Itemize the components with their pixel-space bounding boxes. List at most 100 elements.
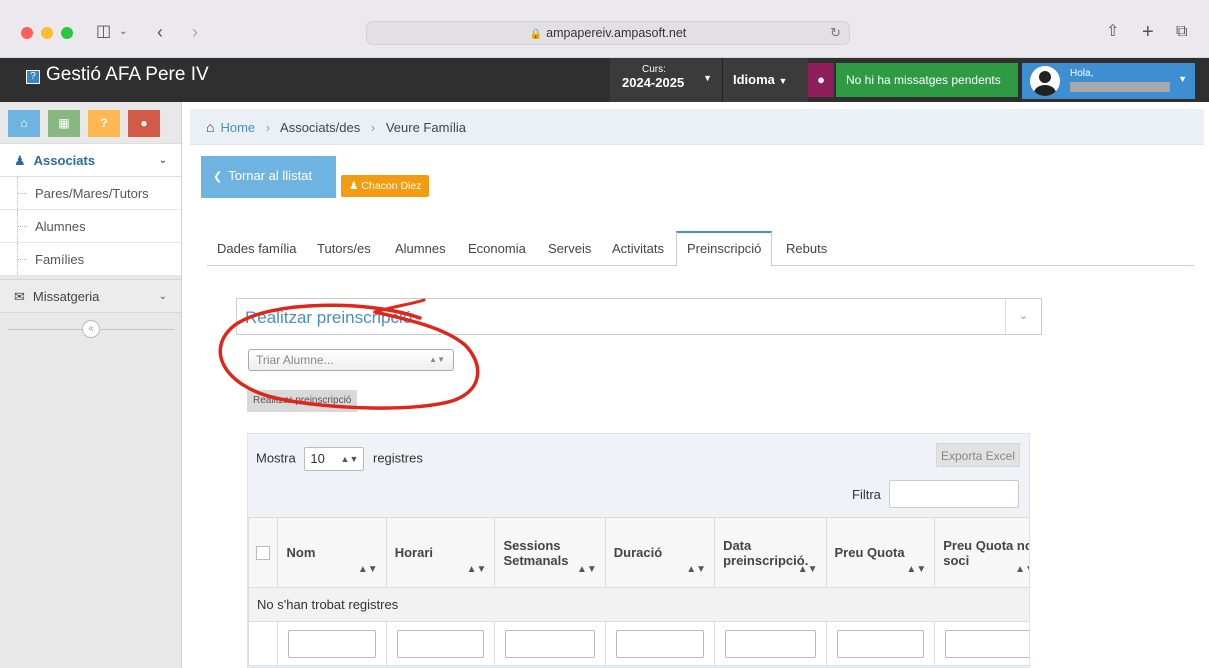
select-all-checkbox[interactable] [256,546,271,561]
collapse-sidebar-icon[interactable]: « [82,320,100,338]
avatar [1030,66,1060,96]
filter-row [248,621,1029,666]
chevron-down-icon[interactable]: ⌄ [1005,299,1041,334]
home-icon[interactable]: ⌂ [8,110,40,137]
breadcrumb-separator: › [370,120,376,135]
sidebar-section-label: Missatgeria [32,289,100,304]
column-header-duracio[interactable]: Duració ▲▼ [604,517,716,588]
sidebar-item-alumnes[interactable]: Alumnes [0,210,181,243]
redacted-username [1070,82,1170,92]
app-title[interactable]: ? Gestió AFA Pere IV [26,63,209,87]
tab-dades-familia[interactable]: Dades família [207,231,306,266]
preinscription-panel[interactable]: Realitzar preinscripció ⌄ [236,298,1042,335]
chevron-left-icon: ❮ [213,171,223,183]
sidebar-item-associats[interactable]: ♟ Associats ⌄ [0,143,181,177]
globe-icon[interactable]: ● [808,63,834,97]
panel-title: Realitzar preinscripció [245,308,413,327]
show-label: Mostra [256,450,296,466]
share-icon[interactable]: ⇧ [1106,20,1119,44]
minimize-window-button[interactable] [41,27,53,39]
reload-icon[interactable]: ↻ [830,22,841,44]
maximize-window-button[interactable] [61,27,73,39]
language-selector[interactable]: Idioma ▼ [722,58,808,102]
column-header-data[interactable]: Data preinscripció. ▲▼ [714,517,827,588]
tab-economia[interactable]: Economia [458,231,536,266]
users-icon: ♟ [349,180,359,192]
sidebar-submenu: Pares/Mares/Tutors Alumnes Famílies [0,177,181,276]
sidebar-item-missatgeria[interactable]: ✉ Missatgeria ⌄ [0,279,181,313]
close-window-button[interactable] [21,27,33,39]
caret-down-icon: ▼ [1178,74,1187,84]
tabs-icon[interactable]: ⧉ [1176,20,1187,44]
forward-icon[interactable]: › [192,20,198,44]
page-size-value: 10 [310,451,325,466]
user-menu[interactable]: Hola, ▼ [1022,63,1195,99]
caret-down-icon: ▼ [703,73,712,83]
tab-preinscripcio[interactable]: Preinscripció [676,231,773,267]
filter-cell [494,621,606,666]
chevron-down-icon[interactable]: ⌄ [119,20,127,44]
sidebar-icon[interactable]: ◫ [96,20,111,44]
column-filter-input[interactable] [396,629,485,658]
chevron-down-icon: ⌄ [158,291,167,302]
column-label: Preu Quota no soci [943,537,1030,568]
messages-status[interactable]: No hi ha missatges pendents [836,63,1018,97]
new-tab-icon[interactable]: + [1142,20,1154,44]
greeting: Hola, [1070,68,1094,79]
student-select[interactable]: Triar Alumne... ▲▼ [248,349,454,371]
column-filter-input[interactable] [505,629,595,658]
submit-preinscription-button[interactable]: Realitzar preinscripció [247,390,358,412]
select-all-cell [248,517,279,588]
sidebar-item-tutors[interactable]: Pares/Mares/Tutors [0,177,181,210]
filter-input[interactable] [889,480,1019,508]
tab-activitats[interactable]: Activitats [602,231,674,266]
table-header-row: Nom ▲▼ Horari ▲▼ Sessions Setmanals ▲▼ Dura… [248,517,1030,588]
column-header-preu-quota[interactable]: Preu Quota ▲▼ [825,517,936,588]
column-header-horari[interactable]: Horari ▲▼ [385,517,496,588]
back-icon[interactable]: ‹ [157,20,163,44]
family-badge: ♟ Chacon Diez [341,175,430,197]
course-selector[interactable]: Curs: 2024-2025 ▼ [610,58,722,102]
column-filter-input[interactable] [945,629,1029,658]
export-excel-button[interactable]: Exporta Excel [936,443,1020,467]
column-filter-input[interactable] [288,629,376,658]
calendar-icon[interactable]: ▦ [48,110,80,137]
back-to-list-button[interactable]: ❮ Tornar al llistat [201,156,336,198]
results-table: Nom ▲▼ Horari ▲▼ Sessions Setmanals ▲▼ Dura… [248,517,1030,666]
sidebar-item-families[interactable]: Famílies [0,243,181,276]
sort-icon: ▲▼ [429,355,445,364]
tab-alumnes[interactable]: Alumnes [385,231,456,266]
sort-icon: ▲▼ [576,564,597,575]
column-filter-input[interactable] [836,629,925,658]
browser-toolbar: ◫ ⌄ ‹ › 🔒 ampapereiv.ampasoft.net ↻ ⇧ + ⧉ [0,0,1209,58]
breadcrumb-associats[interactable]: Associats/des [280,120,360,135]
back-button-label: Tornar al llistat [228,168,313,183]
breadcrumb-home[interactable]: Home [220,120,255,135]
tab-tutors[interactable]: Tutors/es [307,231,381,266]
lock-icon: 🔒 [529,29,543,40]
filter-cell [248,621,279,666]
filter-cell [825,621,936,666]
messages-text: No hi ha missatges pendents [846,73,1001,87]
column-header-nom[interactable]: Nom ▲▼ [277,517,387,588]
help-icon[interactable]: ? [88,110,120,137]
empty-message: No s'han trobat registres [248,587,1029,622]
column-header-sessions[interactable]: Sessions Setmanals ▲▼ [494,517,606,588]
student-select-placeholder: Triar Alumne... [256,353,334,367]
family-tabs: Dades família Tutors/es Alumnes Economia… [207,231,1194,267]
page-size-select[interactable]: 10 ▲▼ [304,447,365,471]
chat-icon[interactable]: ● [128,110,160,137]
tab-rebuts[interactable]: Rebuts [776,231,837,266]
filter-cell [714,621,827,666]
tab-serveis[interactable]: Serveis [538,231,601,266]
column-header-preu-no-soci[interactable]: Preu Quota no soci▲▼ [934,517,1030,588]
column-label: Sessions Setmanals [503,537,569,568]
column-filter-input[interactable] [725,629,816,658]
sidebar-section-label: Associats [33,153,96,168]
column-label: Nom [286,545,316,560]
column-filter-input[interactable] [615,629,705,658]
breadcrumb-separator: › [265,120,271,135]
column-label: Duració [613,545,663,560]
filter-cell [934,621,1029,666]
address-bar[interactable]: 🔒 ampapereiv.ampasoft.net ↻ [366,21,850,45]
